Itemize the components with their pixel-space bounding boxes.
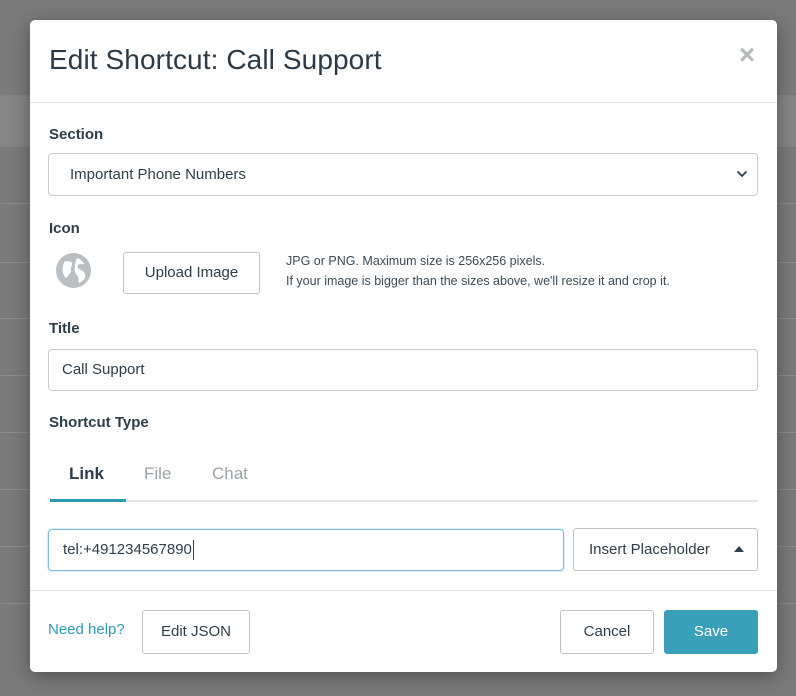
icon-help-text: JPG or PNG. Maximum size is 256x256 pixe…: [286, 251, 670, 291]
edit-shortcut-dialog: Edit Shortcut: Call Support × Section Im…: [30, 20, 777, 672]
edit-json-button[interactable]: Edit JSON: [142, 610, 250, 654]
active-tab-indicator: [50, 499, 126, 502]
need-help-link[interactable]: Need help?: [48, 621, 125, 638]
link-url-value: tel:+491234567890: [63, 541, 192, 558]
link-url-input[interactable]: tel:+491234567890: [48, 529, 564, 571]
dialog-footer: Need help? Edit JSON Cancel Save: [30, 590, 777, 672]
text-cursor: [192, 540, 194, 561]
title-label: Title: [49, 320, 80, 337]
tab-chat[interactable]: Chat: [212, 464, 248, 484]
shortcut-type-tabs: Link File Chat: [50, 452, 758, 502]
cancel-button[interactable]: Cancel: [560, 610, 654, 654]
icon-label: Icon: [49, 220, 80, 237]
tab-file[interactable]: File: [144, 464, 171, 484]
title-input[interactable]: Call Support: [48, 349, 758, 391]
globe-icon: [56, 253, 91, 288]
dialog-title: Edit Shortcut: Call Support: [49, 44, 382, 75]
insert-placeholder-label: Insert Placeholder: [589, 541, 710, 558]
insert-placeholder-button[interactable]: Insert Placeholder: [573, 528, 758, 571]
shortcut-type-label: Shortcut Type: [49, 414, 149, 431]
upload-image-button[interactable]: Upload Image: [123, 252, 260, 294]
save-button[interactable]: Save: [664, 610, 758, 654]
section-label: Section: [49, 126, 104, 143]
dialog-header: Edit Shortcut: Call Support ×: [30, 20, 777, 103]
icon-help-line: JPG or PNG. Maximum size is 256x256 pixe…: [286, 254, 546, 268]
tab-link[interactable]: Link: [69, 464, 104, 484]
section-selected-value: Important Phone Numbers: [70, 166, 246, 183]
icon-help-line: If your image is bigger than the sizes a…: [286, 274, 670, 288]
section-select[interactable]: Important Phone Numbers: [48, 153, 758, 196]
chevron-down-icon: [737, 171, 747, 177]
caret-up-icon: [734, 546, 744, 552]
close-icon[interactable]: ×: [736, 40, 758, 70]
